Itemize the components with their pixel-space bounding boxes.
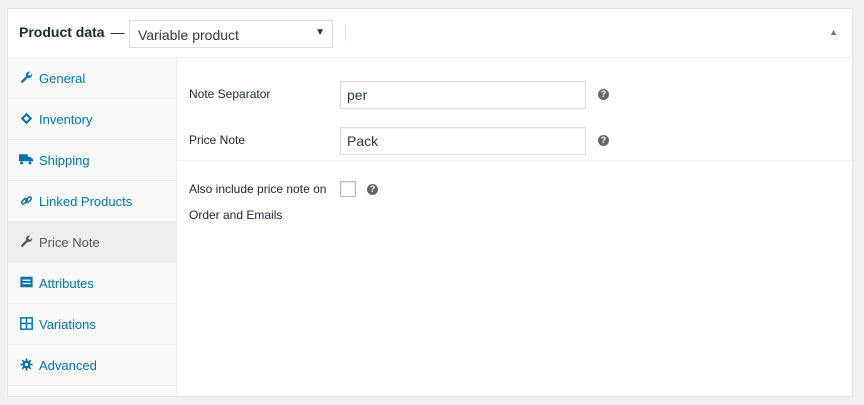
chevron-down-icon: ▼: [315, 27, 325, 38]
price-note-label: Price Note: [189, 133, 246, 147]
tab-inventory[interactable]: Inventory: [8, 99, 176, 140]
price-note-input[interactable]: [340, 127, 586, 155]
panel-title-text: Product data: [19, 24, 105, 40]
tab-label: Attributes: [39, 276, 94, 291]
tab-attributes[interactable]: Attributes: [8, 263, 176, 304]
note-separator-label: Note Separator: [189, 87, 271, 101]
title-dash: —: [110, 24, 125, 40]
tab-label: Linked Products: [39, 194, 133, 209]
tab-price-note[interactable]: Price Note: [8, 222, 176, 263]
include-note-checkbox[interactable]: [340, 181, 356, 197]
grid-icon: [19, 316, 33, 330]
price-note-panel: Note Separator ? Price Note ? Also inclu…: [177, 58, 852, 396]
gear-icon: [19, 357, 33, 371]
include-note-label: Also include price note on Order and Ema…: [189, 176, 326, 228]
wrench-icon: [19, 70, 33, 84]
header-separator: [345, 25, 346, 41]
tab-label: Variations: [39, 317, 96, 332]
tag-icon: [19, 111, 33, 125]
wrench-icon: [19, 234, 33, 248]
tab-label: Price Note: [39, 235, 100, 250]
product-data-panel: Product data — Variable product ▼ ▲ Gene…: [7, 8, 853, 397]
tab-linked-products[interactable]: Linked Products: [8, 181, 176, 222]
section-divider: [177, 160, 852, 161]
tab-label: Advanced: [39, 358, 97, 373]
list-icon: [19, 275, 33, 289]
panel-header: Product data — Variable product ▼ ▲: [8, 9, 852, 58]
help-icon[interactable]: ?: [598, 135, 609, 146]
collapse-toggle-icon[interactable]: ▲: [829, 27, 838, 37]
product-type-select[interactable]: Variable product ▼: [129, 20, 333, 48]
tab-label: Inventory: [39, 112, 93, 127]
tab-label: Shipping: [39, 153, 90, 168]
tab-label: General: [39, 71, 86, 86]
tab-general[interactable]: General: [8, 58, 176, 99]
include-note-label-line2: Order and Emails: [189, 208, 283, 222]
product-data-tabs: General Inventory Shipping Linked Produc…: [8, 58, 177, 396]
tab-variations[interactable]: Variations: [8, 304, 176, 345]
product-type-value: Variable product: [138, 27, 239, 43]
tab-shipping[interactable]: Shipping: [8, 140, 176, 181]
panel-title: Product data —: [19, 24, 124, 40]
tab-advanced[interactable]: Advanced: [8, 345, 176, 386]
include-note-label-line1: Also include price note on: [189, 182, 327, 196]
note-separator-input[interactable]: [340, 81, 586, 109]
link-icon: [19, 193, 33, 207]
help-icon[interactable]: ?: [367, 184, 378, 195]
truck-icon: [19, 152, 33, 166]
help-icon[interactable]: ?: [598, 89, 609, 100]
